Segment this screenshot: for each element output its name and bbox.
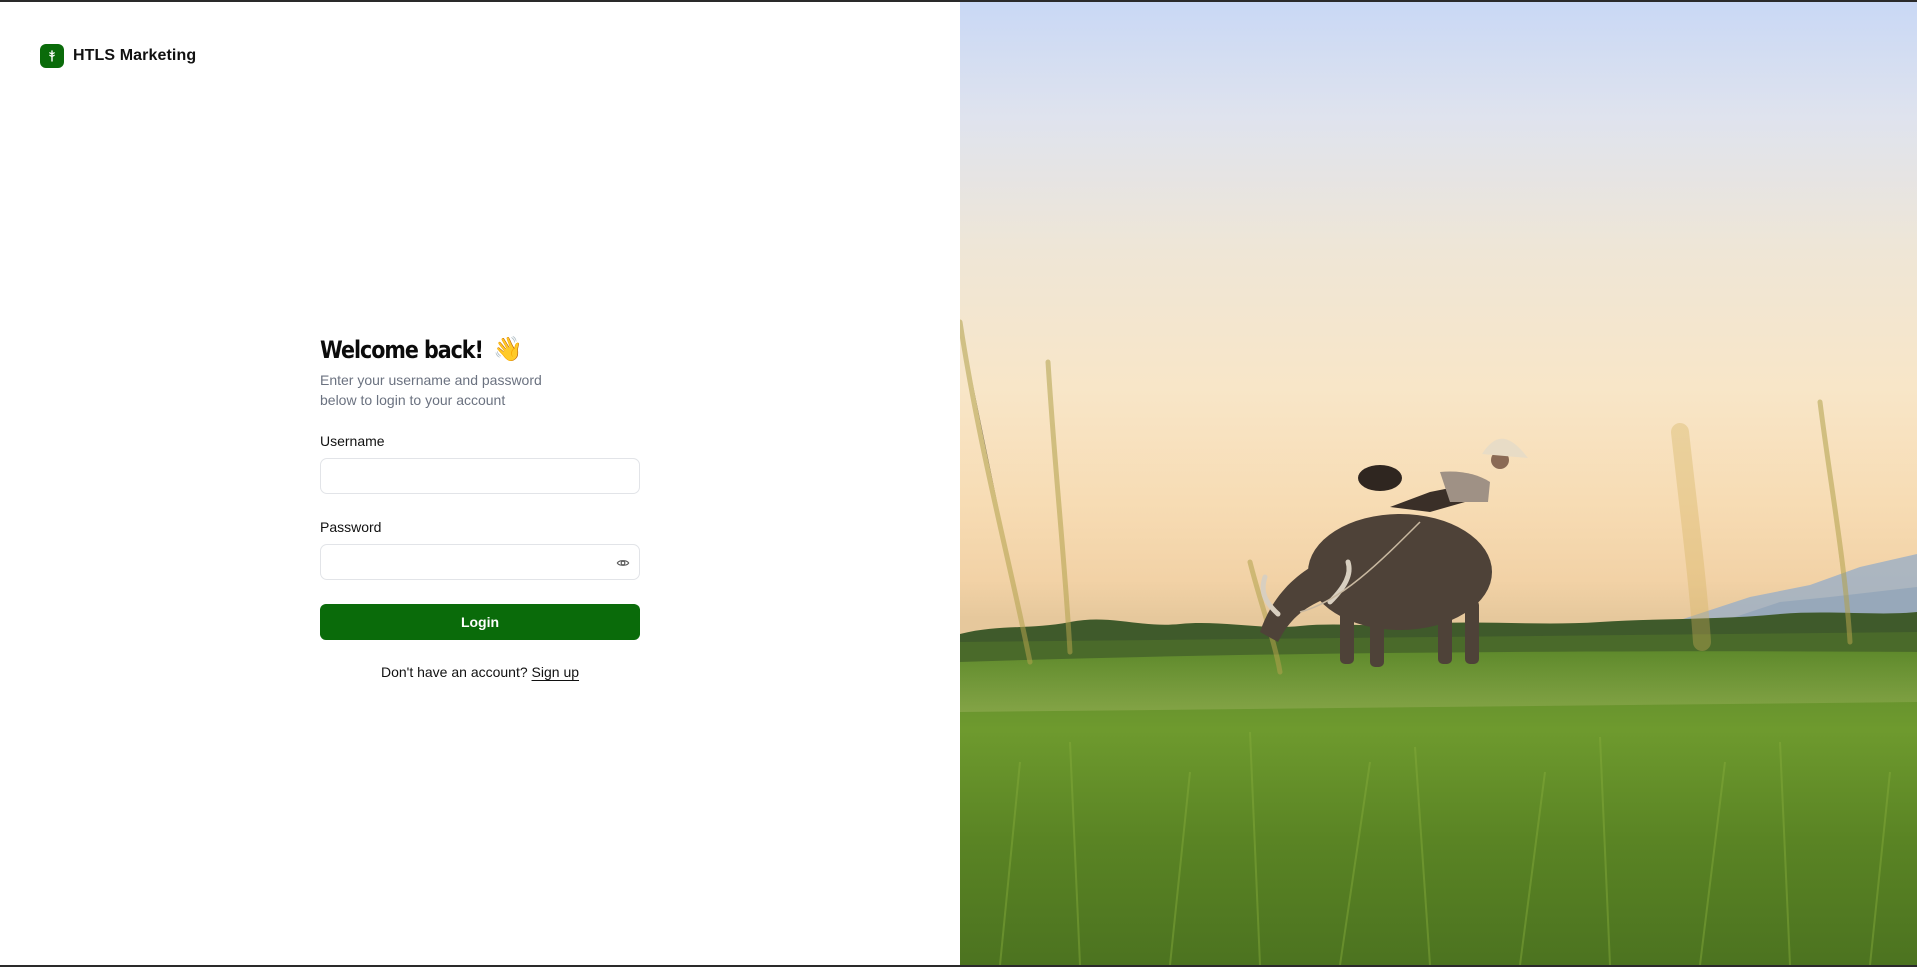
- sprout-icon: [40, 44, 64, 68]
- page-title: Welcome back!: [320, 336, 484, 364]
- login-panel: HTLS Marketing Welcome back! 👋 Enter you…: [0, 2, 960, 965]
- password-field-wrapper: [320, 544, 640, 580]
- password-label: Password: [320, 519, 382, 535]
- brand-name: HTLS Marketing: [73, 47, 197, 64]
- password-input[interactable]: [321, 545, 639, 579]
- hero-image: [960, 2, 1917, 965]
- signup-link[interactable]: Sign up: [532, 664, 579, 680]
- username-input[interactable]: [321, 459, 639, 493]
- signup-prompt: Don't have an account?: [380, 664, 528, 680]
- eye-icon[interactable]: [615, 555, 631, 571]
- hero-illustration: [960, 319, 1917, 965]
- login-form: Welcome back! 👋 Enter your username and …: [320, 334, 640, 680]
- signup-row: Don't have an account? Sign up: [320, 664, 640, 680]
- welcome-heading: Welcome back! 👋: [320, 334, 640, 366]
- username-label: Username: [320, 433, 385, 449]
- username-field-wrapper: [320, 458, 640, 494]
- login-button[interactable]: Login: [320, 604, 640, 640]
- login-page: HTLS Marketing Welcome back! 👋 Enter you…: [0, 2, 1917, 965]
- login-subtitle: Enter your username and password below t…: [320, 372, 542, 408]
- waving-hand-icon: 👋: [493, 336, 524, 363]
- brand[interactable]: HTLS Marketing: [40, 44, 196, 68]
